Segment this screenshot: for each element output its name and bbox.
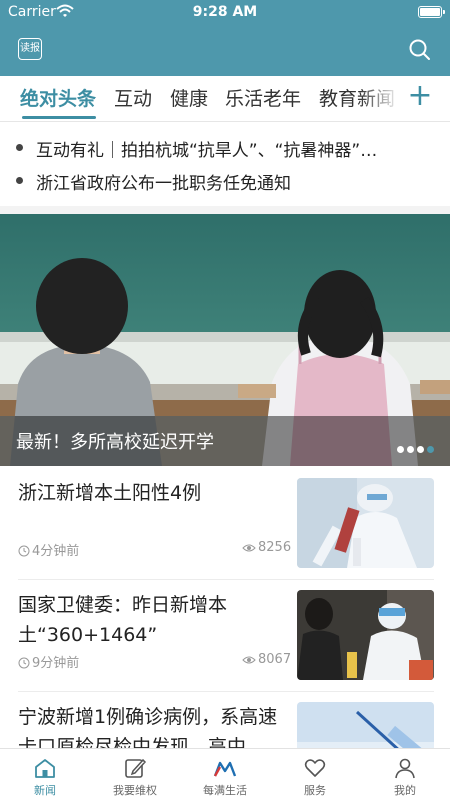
nav-label: 我要维权 <box>113 784 157 797</box>
tab-interaction[interactable]: 互动 <box>114 84 152 111</box>
nav-label: 新闻 <box>34 784 56 797</box>
headline-item[interactable]: 互动有礼｜拍拍杭城“抗旱人”、“抗暑神器”… <box>0 132 450 162</box>
tab-headlines[interactable]: 绝对头条 <box>20 84 96 111</box>
news-title: 浙江新增本土阳性4例 <box>18 482 202 504</box>
search-icon[interactable] <box>408 38 432 62</box>
nav-label: 每满生活 <box>203 784 247 797</box>
section-divider <box>0 206 450 214</box>
status-bar: Carrier 9:28 AM <box>0 0 450 24</box>
brand-logo-icon <box>213 761 237 777</box>
news-views: 8256 <box>242 540 291 555</box>
news-thumbnail <box>297 478 434 568</box>
news-time: 9分钟前 <box>18 652 79 671</box>
read-paper-button[interactable]: 读报 <box>18 38 42 60</box>
carousel-dot-active <box>427 446 434 453</box>
nav-news[interactable]: 新闻 <box>0 749 90 800</box>
carousel-dot <box>397 446 404 453</box>
bullet-icon <box>16 144 23 151</box>
nav-life[interactable]: 每满生活 <box>180 749 270 800</box>
tab-fade <box>360 76 400 120</box>
headline-text: 互动有礼｜拍拍杭城“抗旱人”、“抗暑神器”… <box>36 141 378 161</box>
active-tab-indicator <box>22 116 96 119</box>
app-header: 读报 <box>0 24 450 76</box>
add-tab-button[interactable]: + <box>406 80 434 114</box>
headline-list: 互动有礼｜拍拍杭城“抗旱人”、“抗暑神器”… 浙江省政府公布一批职务任免通知 <box>0 124 450 208</box>
news-time: 4分钟前 <box>18 540 79 559</box>
user-icon <box>395 758 415 779</box>
tab-senior-life[interactable]: 乐活老年 <box>225 84 301 111</box>
nav-service[interactable]: 服务 <box>270 749 360 800</box>
headline-text: 浙江省政府公布一批职务任免通知 <box>36 174 291 194</box>
nav-label: 服务 <box>304 784 326 797</box>
clock-icon <box>18 657 30 669</box>
clock-icon <box>18 545 30 557</box>
edit-icon <box>125 758 147 778</box>
nav-label: 我的 <box>394 784 416 797</box>
category-tabs: 绝对头条 互动 健康 乐活老年 教育新闻 + <box>0 76 450 122</box>
news-item[interactable]: 国家卫健委：昨日新增本土“360+1464” 9分钟前 8067 <box>0 580 450 692</box>
carousel-dot <box>417 446 424 453</box>
clock-time: 9:28 AM <box>192 4 258 20</box>
home-icon <box>35 759 55 778</box>
nav-mine[interactable]: 我的 <box>360 749 450 800</box>
heart-icon <box>304 759 326 777</box>
banner-caption: 最新！多所高校延迟开学 <box>16 432 214 453</box>
bullet-icon <box>16 177 23 184</box>
eye-icon <box>242 656 256 664</box>
eye-icon <box>242 544 256 552</box>
tab-health[interactable]: 健康 <box>170 84 208 111</box>
news-item[interactable]: 浙江新增本土阳性4例 4分钟前 8256 <box>0 468 450 580</box>
news-thumbnail <box>297 590 434 680</box>
bottom-nav: 新闻 我要维权 每满生活 服务 我的 <box>0 748 450 800</box>
headline-item[interactable]: 浙江省政府公布一批职务任免通知 <box>0 165 450 195</box>
banner-carousel[interactable]: 最新！多所高校延迟开学 <box>0 214 450 466</box>
battery-icon <box>418 6 445 18</box>
nav-rights[interactable]: 我要维权 <box>90 749 180 800</box>
news-views: 8067 <box>242 652 291 667</box>
news-title: 国家卫健委：昨日新增本土“360+1464” <box>18 594 228 646</box>
carousel-indicator <box>394 438 434 453</box>
carousel-dot <box>407 446 414 453</box>
